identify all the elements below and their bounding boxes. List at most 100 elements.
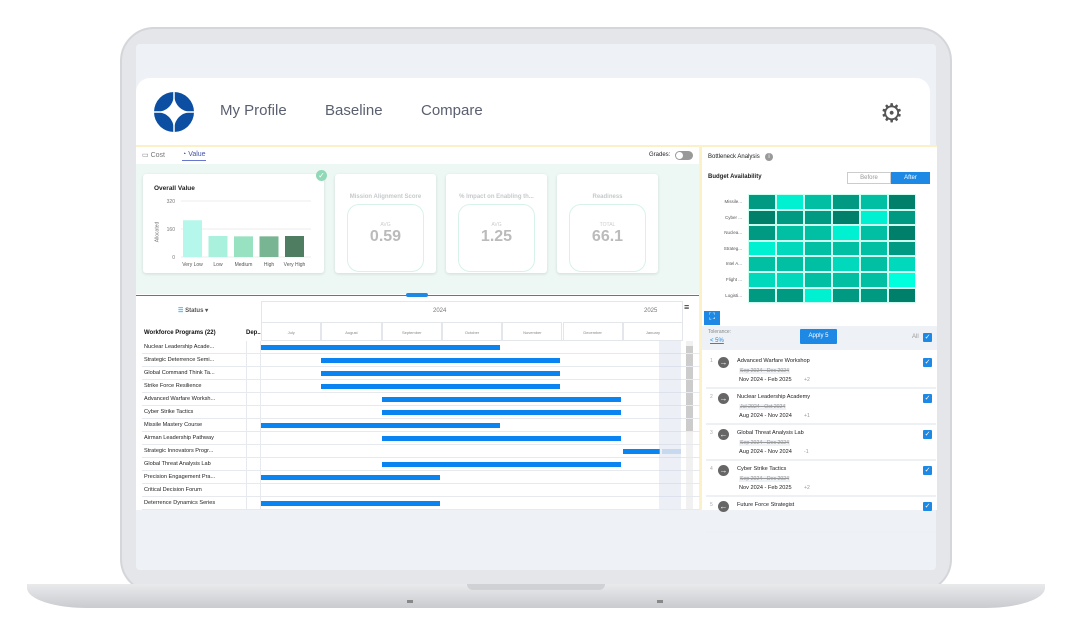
heatmap-cell[interactable] <box>748 287 776 304</box>
heatmap-cell[interactable] <box>804 209 832 226</box>
heatmap-cell[interactable] <box>776 225 804 241</box>
heatmap-cell[interactable] <box>888 194 916 210</box>
menu-icon[interactable]: ≡ <box>684 302 689 312</box>
gantt-bar[interactable] <box>261 423 501 428</box>
move-item[interactable]: 3 ← Global Threat Analysis Lab Sep 2024 - D… <box>706 425 936 461</box>
heatmap-cell[interactable] <box>748 209 776 226</box>
bar-low[interactable] <box>208 236 228 257</box>
heatmap-cell[interactable] <box>832 240 860 257</box>
heatmap-cell[interactable] <box>804 225 832 241</box>
heatmap-cell[interactable] <box>860 194 888 210</box>
bar-very-low[interactable] <box>183 220 202 257</box>
move-checkbox[interactable]: ✓ <box>923 466 932 475</box>
status-filter[interactable]: ☰ Status ▾ <box>178 307 208 314</box>
heatmap-cell[interactable] <box>860 225 888 241</box>
tolerance-value[interactable]: < 5% <box>710 338 724 344</box>
heatmap-cell[interactable] <box>776 240 804 257</box>
heatmap-cell[interactable] <box>832 256 860 272</box>
nav-baseline[interactable]: Baseline <box>325 102 383 119</box>
move-checkbox[interactable]: ✓ <box>923 394 932 403</box>
heatmap-cell[interactable] <box>776 209 804 226</box>
expand-icon[interactable]: ⛶ <box>704 311 720 325</box>
heatmap-cell[interactable] <box>804 194 832 210</box>
gantt-bar[interactable] <box>321 371 561 376</box>
heatmap-cell[interactable] <box>832 225 860 241</box>
move-checkbox[interactable]: ✓ <box>923 358 932 367</box>
metric-card[interactable]: Mission Alignment Score AVG 0.59 <box>335 174 436 273</box>
gantt-bar[interactable] <box>261 501 440 506</box>
heatmap-cell[interactable] <box>888 272 916 288</box>
gantt-bar[interactable] <box>261 475 440 480</box>
move-checkbox[interactable]: ✓ <box>923 502 932 511</box>
bar-high[interactable] <box>259 236 279 257</box>
year-2024: 2024 <box>433 308 447 314</box>
gantt-bar[interactable] <box>381 462 621 467</box>
heatmap-cell[interactable] <box>776 256 804 272</box>
gantt-bar[interactable] <box>381 410 621 415</box>
gantt-bar[interactable] <box>261 345 501 350</box>
heatmap-cell[interactable] <box>804 287 832 304</box>
move-item[interactable]: 4 → Cyber Strike Tactics Sep 2024 - Dec 202… <box>706 461 936 497</box>
heatmap-cell[interactable] <box>888 209 916 226</box>
heatmap-cell[interactable] <box>860 287 888 304</box>
heatmap-cell[interactable] <box>888 240 916 257</box>
panel-splitter[interactable] <box>136 293 699 297</box>
move-item[interactable]: 1 → Advanced Warfare Workshop Sep 2024 - De… <box>706 353 936 389</box>
bottleneck-title: Bottleneck Analysis <box>708 154 760 160</box>
heatmap-cell[interactable] <box>860 240 888 257</box>
gantt-bar[interactable] <box>321 358 561 363</box>
move-name: Future Force Strategist <box>737 502 795 508</box>
gantt-chart: ☰ Status ▾ Workforce Programs (22) Dep..… <box>136 299 818 512</box>
heatmap-cell[interactable] <box>776 194 804 210</box>
grades-toggle[interactable] <box>675 151 693 160</box>
heatmap-cell[interactable] <box>888 225 916 241</box>
heatmap-cell[interactable] <box>748 272 776 288</box>
gantt-bar[interactable] <box>381 436 621 441</box>
metric-card[interactable]: Readiness TOTAL 66.1 <box>557 174 658 273</box>
heatmap-cell[interactable] <box>776 287 804 304</box>
gear-icon[interactable]: ⚙ <box>880 98 903 129</box>
heatmap-cell[interactable] <box>748 194 776 210</box>
bar-very-high[interactable] <box>285 236 304 257</box>
before-toggle[interactable]: Before <box>847 172 891 184</box>
heatmap-cell[interactable] <box>748 225 776 241</box>
heatmap-cell[interactable] <box>748 240 776 257</box>
bar-medium[interactable] <box>234 236 253 257</box>
apply-button[interactable]: Apply 5 <box>800 329 837 344</box>
heatmap-cell[interactable] <box>804 272 832 288</box>
move-checkbox[interactable]: ✓ <box>923 430 932 439</box>
heatmap-cell[interactable] <box>804 256 832 272</box>
gantt-bar[interactable] <box>622 449 660 454</box>
all-checkbox[interactable]: ✓ <box>923 333 932 342</box>
heatmap-cell[interactable] <box>860 272 888 288</box>
tab-cost[interactable]: ▭ Cost <box>142 151 165 159</box>
heatmap-cell[interactable] <box>748 256 776 272</box>
year-2025: 2025 <box>644 308 658 314</box>
info-icon[interactable]: i <box>765 153 773 161</box>
metric-title: Readiness <box>592 194 623 200</box>
heatmap-cell[interactable] <box>888 256 916 272</box>
heatmap-cell[interactable] <box>860 256 888 272</box>
heatmap-cell[interactable] <box>804 240 832 257</box>
nav-my-profile[interactable]: My Profile <box>220 102 287 119</box>
after-toggle[interactable]: After <box>891 172 930 184</box>
tab-value[interactable]: ◔ Value <box>182 151 206 161</box>
move-item[interactable]: 5 ← Future Force Strategist ✓ <box>706 497 936 533</box>
program-name: Nuclear Leadership Acade... <box>144 344 215 350</box>
overall-value-card[interactable]: Overall Value Allocated 320 160 0 Very Low L… <box>143 174 324 273</box>
gantt-bar[interactable] <box>381 397 621 402</box>
heatmap-cell[interactable] <box>832 287 860 304</box>
new-dates: Aug 2024 - Nov 2024 <box>739 413 792 419</box>
metric-card[interactable]: % Impact on Enabling th... AVG 1.25 <box>446 174 547 273</box>
gantt-bar[interactable] <box>321 384 561 389</box>
heatmap-cell[interactable] <box>832 272 860 288</box>
move-item[interactable]: 2 → Nuclear Leadership Academy Jul 2024 - O… <box>706 389 936 425</box>
heatmap-cell[interactable] <box>832 194 860 210</box>
y-tick: 160 <box>167 227 176 233</box>
heatmap-cell[interactable] <box>832 209 860 226</box>
heatmap-row-label: Logisti... <box>725 292 742 298</box>
heatmap-cell[interactable] <box>776 272 804 288</box>
heatmap-cell[interactable] <box>888 287 916 304</box>
heatmap-cell[interactable] <box>860 209 888 226</box>
nav-compare[interactable]: Compare <box>421 102 483 119</box>
